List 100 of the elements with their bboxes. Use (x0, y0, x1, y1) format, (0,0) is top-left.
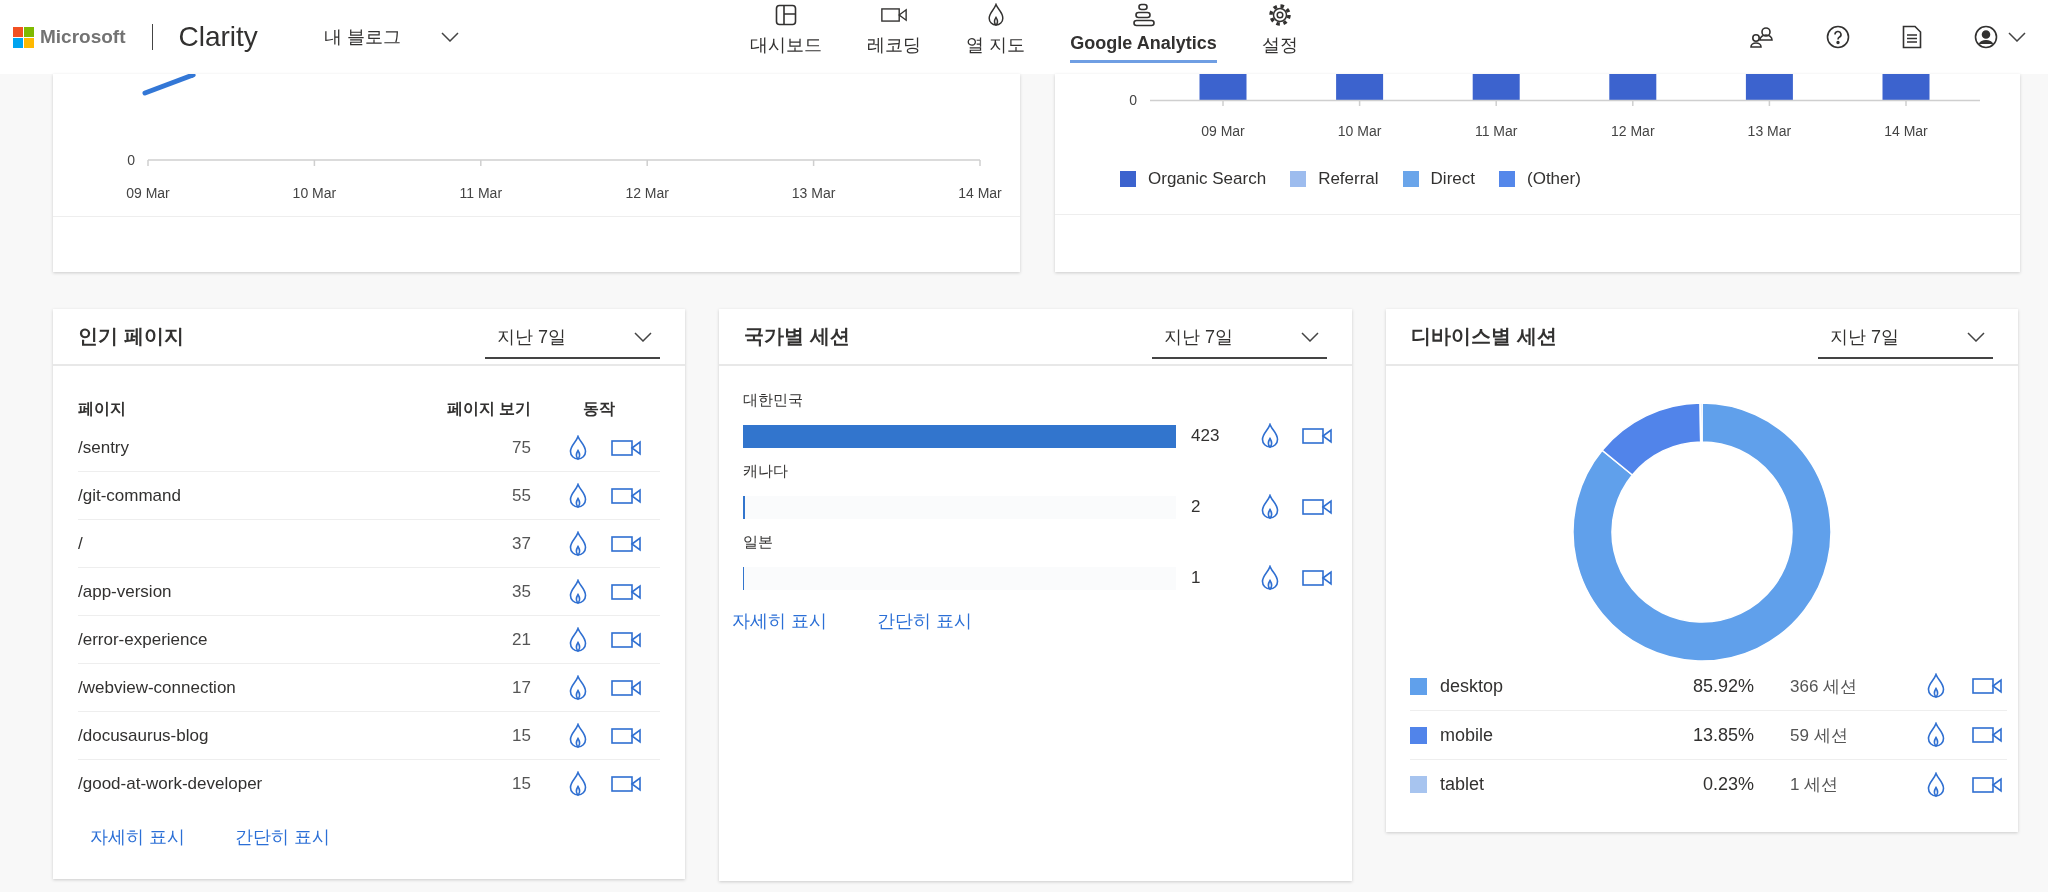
axis-label: 09 Mar (126, 185, 170, 201)
axis-label: 11 Mar (459, 185, 503, 201)
chart-bar (1199, 74, 1247, 100)
help-icon[interactable] (1826, 25, 1850, 49)
legend-label: (Other) (1527, 169, 1581, 189)
people-icon[interactable] (1750, 26, 1774, 48)
device-name: tablet (1440, 774, 1486, 795)
axis-label: 12 Mar (1611, 123, 1655, 139)
video-camera-icon[interactable] (1302, 427, 1332, 445)
percentage: 85.92% (1692, 675, 1754, 697)
video-camera-icon[interactable] (611, 630, 641, 649)
video-camera-icon[interactable] (1302, 498, 1332, 516)
axis-label: 0 (127, 152, 135, 168)
session-count: 2 (1191, 497, 1202, 517)
period-dropdown[interactable]: 지난 7일 (1152, 321, 1327, 359)
chart-bar (1472, 74, 1520, 100)
nav-tab[interactable]: 열 지도 (966, 3, 1026, 63)
session-count: 1 (1191, 568, 1202, 588)
chevron-down-icon (634, 332, 652, 342)
country-name: 대한민국 (743, 391, 803, 410)
period-dropdown[interactable]: 지난 7일 (485, 321, 660, 359)
axis-label: 13 Mar (791, 185, 836, 201)
view-count: 15 (512, 725, 531, 746)
video-camera-icon[interactable] (1302, 569, 1332, 587)
video-camera-icon[interactable] (1972, 726, 2002, 744)
link[interactable]: 간단히 표시 (235, 825, 331, 849)
microsoft-logo (13, 26, 34, 48)
page-path: /error-experience (78, 629, 209, 650)
chart-bar (1745, 74, 1793, 100)
video-camera-icon[interactable] (611, 775, 641, 793)
axis-label: 14 Mar (1884, 123, 1928, 139)
axis-label: 0 (1129, 92, 1137, 108)
axis-label: 09 Mar (1201, 123, 1245, 139)
view-count: 15 (512, 774, 531, 794)
legend-label: Referral (1318, 169, 1379, 189)
view-count: 21 (512, 629, 531, 650)
page-path: /git-command (78, 485, 182, 506)
card-title: 국가별 세션 (744, 324, 850, 349)
axis-label: 10 Mar (1337, 123, 1382, 139)
nav-tab[interactable]: 레코딩 (867, 3, 922, 63)
video-camera-icon[interactable] (611, 486, 641, 505)
period-dropdown[interactable]: 지난 7일 (1818, 321, 1993, 359)
chart-bar (1882, 74, 1930, 100)
session-count: 366 세션 (1790, 675, 1859, 698)
country-name: 캐나다 (743, 462, 788, 481)
video-camera-icon[interactable] (1972, 775, 2002, 794)
chevron-down-icon (1967, 332, 1985, 342)
session-count: 1 세션 (1790, 774, 1840, 796)
link[interactable]: 자세히 표시 (732, 609, 827, 633)
percentage: 0.23% (1702, 774, 1754, 795)
column-header: 페이지 보기 (446, 398, 531, 419)
axis-label: 14 Mar (958, 185, 1002, 201)
country-name: 일본 (743, 533, 773, 552)
percentage: 13.85% (1692, 724, 1754, 746)
device-name: desktop (1440, 675, 1505, 697)
chart-bar (1336, 74, 1384, 100)
layout-icon (775, 4, 798, 26)
card-title: 디바이스별 세션 (1411, 324, 1557, 349)
video-camera-icon[interactable] (1972, 677, 2002, 695)
video-camera-icon[interactable] (611, 678, 641, 697)
page-path: /good-at-work-developer (78, 774, 264, 794)
video-camera-icon[interactable] (611, 534, 641, 553)
view-count: 55 (512, 485, 531, 506)
axis-label: 10 Mar (292, 185, 337, 201)
chevron-down-icon (440, 32, 459, 42)
brand-name: Microsoft (40, 26, 126, 48)
video-camera-icon[interactable] (611, 726, 641, 745)
link[interactable]: 간단히 표시 (877, 609, 973, 633)
document-icon[interactable] (1902, 25, 1922, 49)
page-path: /sentry (78, 437, 131, 458)
account-button[interactable] (1974, 25, 2026, 49)
nav-tab[interactable]: Google Analytics (1070, 3, 1217, 63)
settings-icon (1267, 3, 1292, 27)
chevron-down-icon (2008, 32, 2026, 42)
legend-label: Organic Search (1148, 169, 1267, 189)
column-header: 페이지 (78, 398, 127, 419)
nav-tab[interactable]: 대시보드 (750, 3, 823, 63)
page-path: /app-version (78, 581, 173, 602)
project-selector[interactable]: 내 블로그 (319, 21, 463, 53)
device-name: mobile (1440, 724, 1495, 746)
page-path: /docusaurus-blog (78, 725, 210, 746)
page-path: /webview-connection (78, 677, 237, 698)
view-count: 17 (512, 677, 531, 698)
axis-label: 13 Mar (1747, 123, 1792, 139)
chevron-down-icon (1301, 332, 1319, 342)
user-icon (1974, 25, 1998, 49)
page-path: / (78, 533, 84, 554)
product-name: Clarity (178, 21, 258, 53)
nav-tab[interactable]: 설정 (1261, 3, 1298, 63)
column-header: 동작 (582, 398, 616, 419)
legend-label: Direct (1430, 169, 1475, 189)
view-count: 75 (512, 437, 531, 458)
video-camera-icon[interactable] (611, 582, 641, 601)
lines-icon (1132, 3, 1155, 27)
session-count: 423 (1191, 426, 1221, 446)
card-title: 인기 페이지 (78, 324, 184, 349)
link[interactable]: 자세히 표시 (90, 825, 185, 849)
axis-label: 12 Mar (625, 185, 669, 201)
video-camera-icon[interactable] (611, 438, 641, 457)
video-camera-icon[interactable] (881, 6, 908, 24)
